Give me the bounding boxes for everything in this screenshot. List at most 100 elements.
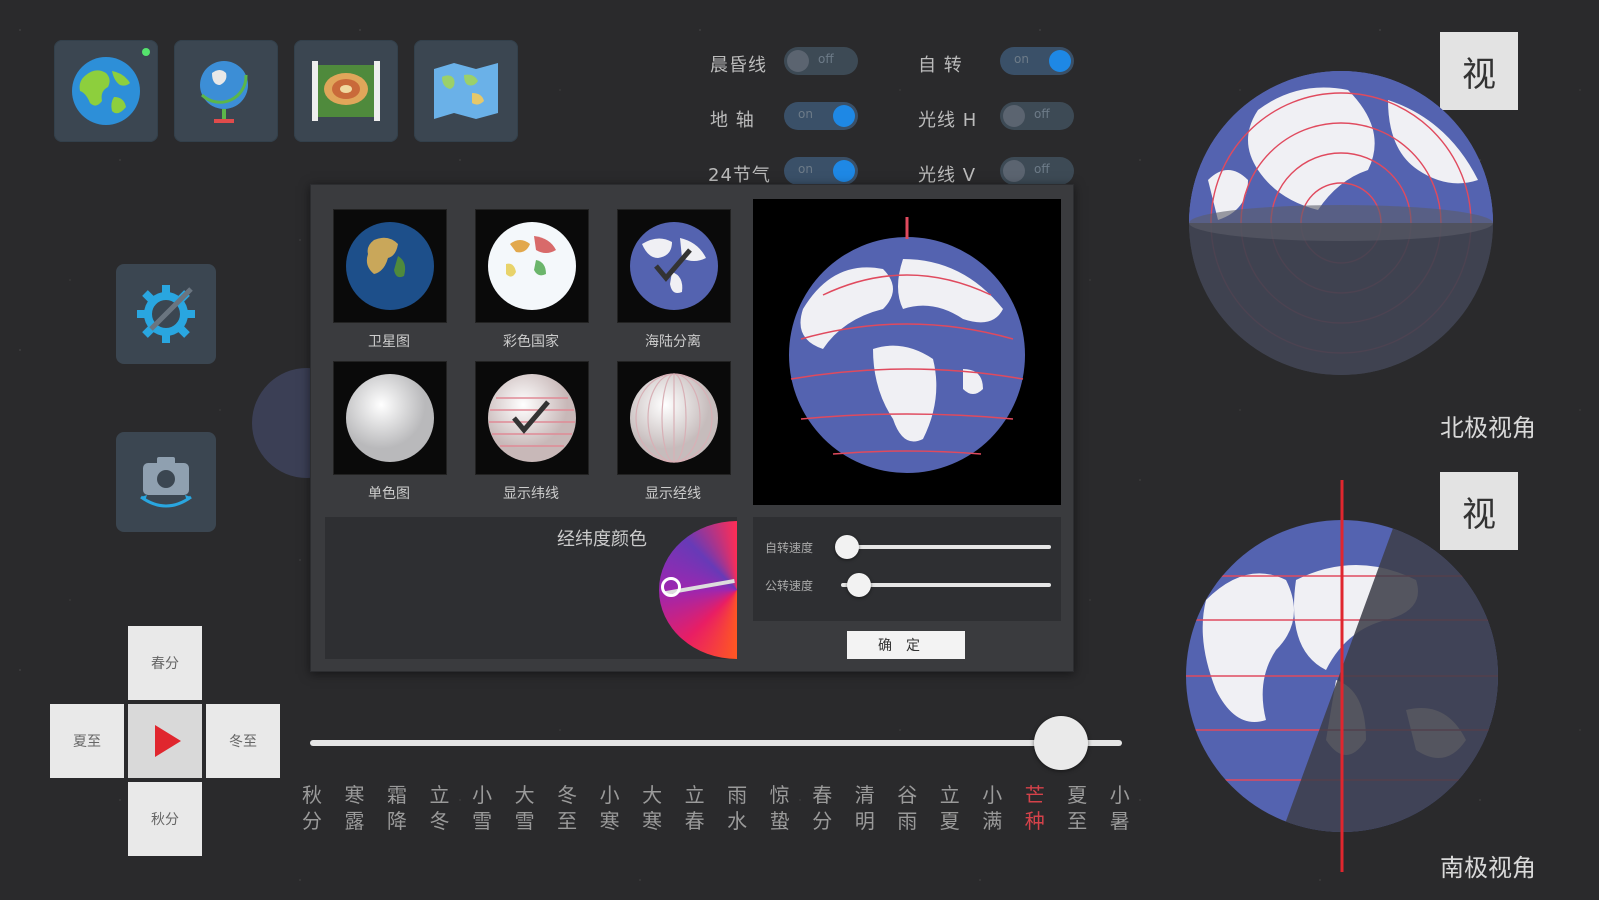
- color-wheel[interactable]: [659, 521, 737, 659]
- camera-rotate-button[interactable]: [116, 432, 216, 532]
- north-view-label: 北极视角: [1440, 414, 1536, 442]
- solar-term-label[interactable]: 清明: [853, 782, 877, 834]
- thumb-label: 单色图: [368, 486, 410, 502]
- thumb-label: 显示经线: [645, 486, 701, 502]
- globe-stand-icon: [200, 61, 248, 123]
- globe-preview: [753, 199, 1061, 505]
- south-globe-svg: [1186, 480, 1498, 872]
- monochrome-thumb[interactable]: [333, 361, 447, 475]
- rotation-toggle[interactable]: on: [1000, 47, 1074, 75]
- spring-equinox-button[interactable]: 春分: [128, 626, 202, 700]
- autumn-equinox-button[interactable]: 秋分: [128, 782, 202, 856]
- timeline-knob[interactable]: [1034, 716, 1088, 770]
- solar-term-label[interactable]: 惊蛰: [768, 782, 792, 834]
- revolution-speed-knob[interactable]: [847, 573, 871, 597]
- solar-term-label[interactable]: 秋分: [300, 782, 324, 834]
- solar-term-label[interactable]: 谷雨: [895, 782, 919, 834]
- active-indicator: [142, 48, 150, 56]
- satellite-thumb[interactable]: [333, 209, 447, 323]
- axis-toggle[interactable]: on: [784, 102, 858, 130]
- earth-globe-mode-button[interactable]: [54, 40, 158, 142]
- toggle-state: on: [798, 162, 813, 176]
- axis-label: 地 轴: [710, 110, 755, 131]
- north-pole-globe: [1188, 70, 1494, 376]
- terrain-map-mode-button[interactable]: [294, 40, 398, 142]
- solar-terms-list: 秋分 寒露 霜降 立冬 小雪 大雪 冬至 小寒 大寒 立春 雨水 惊蛰 春分 清明 谷雨 立夏 小满 芒种 夏至 小暑: [300, 782, 1132, 834]
- solar-term-label[interactable]: 冬至: [555, 782, 579, 834]
- solar-terms-toggle[interactable]: on: [784, 157, 858, 185]
- morning-line-label: 晨昏线: [710, 55, 767, 76]
- solar-term-label[interactable]: 春分: [810, 782, 834, 834]
- solar-term-label[interactable]: 小寒: [598, 782, 622, 834]
- light-h-toggle[interactable]: off: [1000, 102, 1074, 130]
- revolution-speed-label: 公转速度: [765, 579, 814, 593]
- solar-term-label[interactable]: 立冬: [428, 782, 452, 834]
- confirm-button[interactable]: 确定: [847, 631, 965, 659]
- toggle-state: off: [1034, 107, 1050, 121]
- solar-term-label[interactable]: 立春: [683, 782, 707, 834]
- colored-countries-thumb[interactable]: [475, 209, 589, 323]
- solar-term-label[interactable]: 小满: [980, 782, 1004, 834]
- toggle-state: on: [1014, 52, 1029, 66]
- north-globe-svg: [1189, 71, 1493, 375]
- toggle-knob: [833, 105, 855, 127]
- light-v-toggle[interactable]: off: [1000, 157, 1074, 185]
- globe-stand-mode-button[interactable]: [174, 40, 278, 142]
- toggle-knob: [833, 160, 855, 182]
- satellite-globe-icon: [346, 222, 434, 310]
- toggle-knob: [1003, 160, 1025, 182]
- speed-subpanel: 自转速度 公转速度: [753, 517, 1061, 621]
- toggle-knob: [1049, 50, 1071, 72]
- earth-icon: [72, 57, 140, 125]
- color-subpanel: 经纬度颜色: [325, 517, 737, 659]
- solar-term-label[interactable]: 立夏: [938, 782, 962, 834]
- toggle-knob: [787, 50, 809, 72]
- land-sea-thumb[interactable]: [617, 209, 731, 323]
- show-longitude-thumb[interactable]: [617, 361, 731, 475]
- thumb-label: 海陆分离: [645, 334, 701, 350]
- latitude-globe-icon: [488, 374, 576, 462]
- thumb-label: 卫星图: [368, 334, 410, 350]
- play-button[interactable]: [128, 704, 202, 778]
- toggle-state: off: [818, 52, 834, 66]
- rotation-speed-track[interactable]: [841, 545, 1051, 549]
- winter-solstice-button[interactable]: 冬至: [206, 704, 280, 778]
- solar-term-label[interactable]: 霜降: [385, 782, 409, 834]
- solar-term-label[interactable]: 大寒: [640, 782, 664, 834]
- rotation-speed-knob[interactable]: [835, 535, 859, 559]
- toggle-state: off: [1034, 162, 1050, 176]
- revolution-speed-track[interactable]: [841, 583, 1051, 587]
- show-latitude-thumb[interactable]: [475, 361, 589, 475]
- morning-line-toggle[interactable]: off: [784, 47, 858, 75]
- camera-rotate-icon: [140, 457, 192, 508]
- land-sea-globe-icon: [630, 222, 718, 310]
- toggle-knob: [1003, 105, 1025, 127]
- summer-solstice-button[interactable]: 夏至: [50, 704, 124, 778]
- rotation-speed-label: 自转速度: [765, 541, 814, 555]
- terrain-map-icon: [312, 61, 380, 121]
- world-map-mode-button[interactable]: [414, 40, 518, 142]
- solar-term-label[interactable]: 小雪: [470, 782, 494, 834]
- south-pole-globe: [1186, 480, 1498, 872]
- map-settings-panel: 卫星图 彩色国家 海陆分离 单色图 显示纬线 显示经线 经纬度颜色 自转速度 公…: [310, 184, 1074, 672]
- settings-button[interactable]: [116, 264, 216, 364]
- gear-wrench-icon: [137, 285, 195, 343]
- colored-countries-globe-icon: [488, 222, 576, 310]
- solar-term-label[interactable]: 寒露: [343, 782, 367, 834]
- toggle-state: on: [798, 107, 813, 121]
- timeline-track[interactable]: [310, 740, 1122, 746]
- solar-term-label[interactable]: 大雪: [513, 782, 537, 834]
- world-map-icon: [434, 63, 498, 119]
- solar-term-label[interactable]: 雨水: [725, 782, 749, 834]
- preview-globe: [789, 217, 1025, 473]
- monochrome-globe-icon: [346, 374, 434, 462]
- thumb-label: 彩色国家: [503, 334, 559, 350]
- rotation-label: 自 转: [918, 55, 963, 76]
- solar-term-label[interactable]: 芒种: [1023, 782, 1047, 834]
- solar-term-label[interactable]: 小暑: [1108, 782, 1132, 834]
- longitude-globe-icon: [630, 373, 718, 463]
- south-view-label: 南极视角: [1440, 854, 1536, 882]
- play-icon: [155, 725, 181, 757]
- solar-term-label[interactable]: 夏至: [1065, 782, 1089, 834]
- color-label: 经纬度颜色: [557, 529, 647, 550]
